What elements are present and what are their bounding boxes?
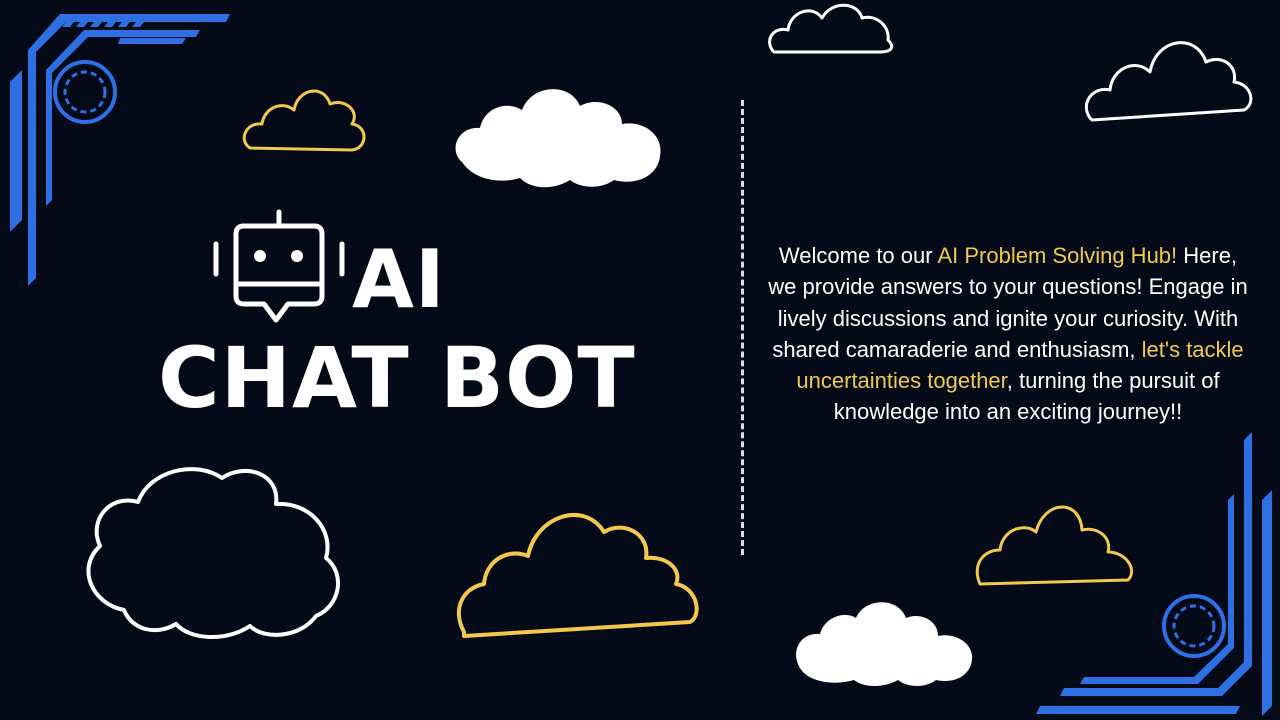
cloud-icon [768,3,894,54]
cloud-icon [455,89,661,188]
title-line-1: AI [352,233,446,326]
cloud-icon [975,505,1134,586]
cloud-icon [796,602,973,686]
title-line-2: CHAT BOT [158,329,636,427]
description-highlight-1: AI Problem Solving Hub! [937,243,1178,268]
description-text: Welcome to our AI Problem Solving Hub! H… [768,240,1248,428]
description-part-1: Welcome to our [778,243,938,268]
slide: AI CHAT BOT Welcome to our AI Problem So… [0,0,1280,720]
cloud-icon [456,513,699,638]
cloud-icon [242,89,366,152]
cloud-icon [86,467,341,639]
dashed-divider [741,100,744,555]
cloud-icon [1084,41,1253,122]
